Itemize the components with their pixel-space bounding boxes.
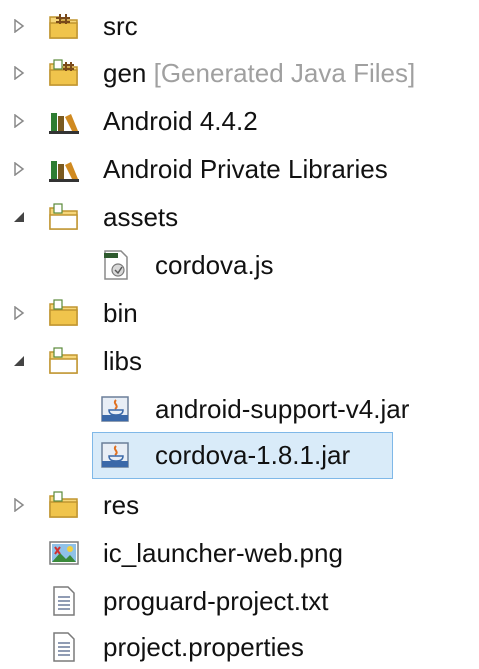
tree-item-label: gen [Generated Java Files] <box>103 58 416 88</box>
library-icon <box>47 152 81 186</box>
expand-arrow-icon[interactable] <box>10 304 28 322</box>
text-file-icon <box>47 584 81 618</box>
tree-item-assets[interactable]: assets <box>0 195 479 239</box>
tree-item-android-sdk[interactable]: Android 4.4.2 <box>0 99 479 143</box>
folder-icon <box>47 200 81 234</box>
tree-item-label: libs <box>103 346 143 376</box>
folder-icon <box>47 488 81 522</box>
tree-item-bin[interactable]: bin <box>0 291 479 335</box>
tree-item-gen[interactable]: gen [Generated Java Files] <box>0 51 479 95</box>
tree-item-libs[interactable]: libs <box>0 339 479 383</box>
library-icon <box>47 104 81 138</box>
tree-item-label: ic_launcher-web.png <box>103 538 343 568</box>
tree-item-src[interactable]: src <box>0 4 479 48</box>
folder-icon <box>47 296 81 330</box>
expand-arrow-icon[interactable] <box>10 160 28 178</box>
expand-arrow-icon[interactable] <box>10 496 28 514</box>
folder-icon <box>47 344 81 378</box>
tree-item-project-properties[interactable]: project.properties <box>0 625 479 669</box>
tree-item-label: android-support-v4.jar <box>155 394 410 424</box>
source-folder-icon <box>47 9 81 43</box>
tree-item-label: src <box>103 11 138 41</box>
tree-item-proguard[interactable]: proguard-project.txt <box>0 579 479 623</box>
generated-files-decoration: [Generated Java Files] <box>146 58 416 88</box>
expand-arrow-icon[interactable] <box>10 112 28 130</box>
tree-item-label: Android Private Libraries <box>103 154 388 184</box>
tree-item-label: Android 4.4.2 <box>103 106 258 136</box>
tree-item-cordova-js[interactable]: cordova.js <box>0 243 479 287</box>
js-file-icon <box>99 248 133 282</box>
tree-item-ic-launcher[interactable]: ic_launcher-web.png <box>0 531 479 575</box>
text-file-icon <box>47 630 81 664</box>
tree-item-label: assets <box>103 202 179 232</box>
tree-item-cordova-jar[interactable]: cordova-1.8.1.jar <box>0 433 479 477</box>
tree-item-android-support-jar[interactable]: android-support-v4.jar <box>0 387 479 431</box>
tree-item-label: project.properties <box>103 632 304 662</box>
image-file-icon <box>47 536 81 570</box>
tree-item-private-libraries[interactable]: Android Private Libraries <box>0 147 479 191</box>
tree-item-label: proguard-project.txt <box>103 586 329 616</box>
jar-icon <box>99 392 133 426</box>
tree-item-label: cordova.js <box>155 250 274 280</box>
collapse-arrow-icon[interactable] <box>10 208 28 226</box>
collapse-arrow-icon[interactable] <box>10 352 28 370</box>
jar-icon <box>99 438 133 472</box>
tree-item-label: cordova-1.8.1.jar <box>155 440 351 470</box>
source-folder-icon <box>47 56 81 90</box>
tree-item-res[interactable]: res <box>0 483 479 527</box>
expand-arrow-icon[interactable] <box>10 64 28 82</box>
tree-item-label: res <box>103 490 140 520</box>
tree-item-label: bin <box>103 298 138 328</box>
project-explorer-tree: src gen [Generated Java Files] Android 4… <box>0 0 479 669</box>
expand-arrow-icon[interactable] <box>10 17 28 35</box>
